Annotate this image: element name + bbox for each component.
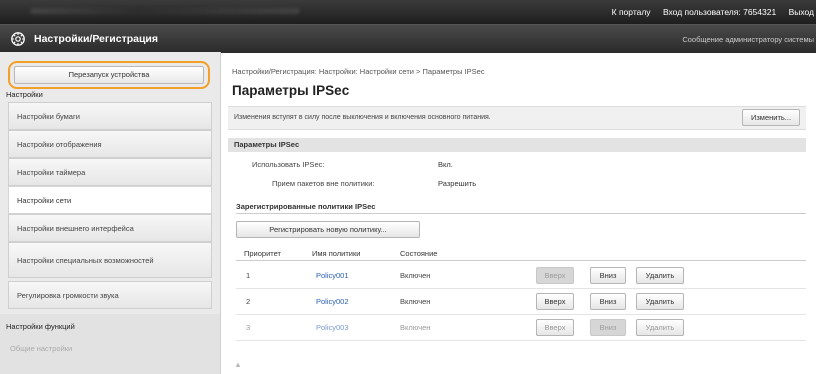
sidebar-item-accessibility[interactable]: Настройки специальных возможностей xyxy=(8,242,212,278)
registered-policies-heading: Зарегистрированные политики IPSec xyxy=(236,202,806,214)
arrow-up-icon[interactable]: ▲ xyxy=(234,360,242,369)
table-row: 1 Policy001 Включен Вверх Вниз Удалить xyxy=(236,262,806,289)
priority-column-header: Приоритет xyxy=(244,249,281,258)
notice-text: Изменения вступят в силу после выключени… xyxy=(234,114,491,121)
table-row: 3 Policy003 Включен Вверх Вниз Удалить xyxy=(236,314,806,341)
delete-button[interactable]: Удалить xyxy=(636,319,684,336)
row-priority: 2 xyxy=(246,297,251,306)
move-up-button[interactable]: Вверх xyxy=(536,319,574,336)
page-title: Параметры IPSec xyxy=(232,83,350,98)
sidebar-functions-section: Настройки функций Общие настройки xyxy=(0,314,220,374)
non-policy-label: Прием пакетов вне политики: xyxy=(272,179,375,188)
sidebar-item-network[interactable]: Настройки сети xyxy=(8,186,212,214)
move-down-button[interactable]: Вниз xyxy=(590,319,626,336)
row-status: Включен xyxy=(400,323,431,332)
restart-highlight: Перезапуск устройства xyxy=(8,61,210,89)
move-up-button[interactable]: Вверх xyxy=(536,293,574,310)
edit-button[interactable]: Изменить... xyxy=(742,109,800,126)
row-status: Включен xyxy=(400,297,431,306)
move-down-button[interactable]: Вниз xyxy=(590,267,626,284)
move-down-button[interactable]: Вниз xyxy=(590,293,626,310)
register-policy-button[interactable]: Регистрировать новую политику... xyxy=(236,221,420,238)
use-ipsec-value: Вкл. xyxy=(438,160,453,169)
table-row: 2 Policy002 Включен Вверх Вниз Удалить xyxy=(236,288,806,315)
row-priority: 1 xyxy=(246,271,251,280)
top-links: К порталу Вход пользователя: 7654321 Вых… xyxy=(602,7,814,17)
logout-link[interactable]: Выход xyxy=(789,7,814,17)
breadcrumb: Настройки/Регистрация: Настройки: Настро… xyxy=(232,67,485,76)
portal-link[interactable]: К порталу xyxy=(612,7,651,17)
general-settings-item[interactable]: Общие настройки xyxy=(10,344,72,353)
app-bar: Настройки/Регистрация Сообщение админист… xyxy=(0,24,816,53)
sidebar: Перезапуск устройства Настройки Настройк… xyxy=(0,52,221,374)
notice-bar: Изменения вступят в силу после выключени… xyxy=(228,106,806,130)
policy-name-link[interactable]: Policy003 xyxy=(316,323,349,332)
delete-button[interactable]: Удалить xyxy=(636,267,684,284)
sidebar-item-external-interface[interactable]: Настройки внешнего интерфейса xyxy=(8,214,212,242)
section-bar: Параметры IPSec xyxy=(228,138,806,152)
status-column-header: Состояние xyxy=(400,249,438,258)
sidebar-item-paper[interactable]: Настройки бумаги xyxy=(8,102,212,130)
sidebar-item-volume[interactable]: Регулировка громкости звука xyxy=(8,281,212,309)
delete-button[interactable]: Удалить xyxy=(636,293,684,310)
restart-device-button[interactable]: Перезапуск устройства xyxy=(14,66,204,84)
policy-name-link[interactable]: Policy002 xyxy=(316,297,349,306)
policy-name-link[interactable]: Policy001 xyxy=(316,271,349,280)
use-ipsec-label: Использовать IPSec: xyxy=(252,160,325,169)
functions-heading[interactable]: Настройки функций xyxy=(6,322,75,331)
table-header: Приоритет Имя политики Состояние xyxy=(236,246,806,261)
non-policy-value: Разрешить xyxy=(438,179,477,188)
top-bar: К порталу Вход пользователя: 7654321 Вых… xyxy=(0,0,816,24)
sidebar-item-timer[interactable]: Настройки таймера xyxy=(8,158,212,186)
settings-gear-icon xyxy=(11,32,25,46)
sidebar-heading: Настройки xyxy=(6,90,43,99)
blurred-header-text xyxy=(30,8,300,14)
section-title: Параметры IPSec xyxy=(234,140,300,149)
main-content: Настройки/Регистрация: Настройки: Настро… xyxy=(228,52,816,374)
row-priority: 3 xyxy=(246,323,251,332)
row-status: Включен xyxy=(400,271,431,280)
login-label: Вход пользователя: 7654321 xyxy=(662,7,777,17)
app-title: Настройки/Регистрация xyxy=(34,33,158,45)
name-column-header: Имя политики xyxy=(312,249,361,258)
sidebar-item-display[interactable]: Настройки отображения xyxy=(8,130,212,158)
admin-message-link[interactable]: Сообщение администратору системы xyxy=(682,35,814,44)
move-up-button[interactable]: Вверх xyxy=(536,267,574,284)
